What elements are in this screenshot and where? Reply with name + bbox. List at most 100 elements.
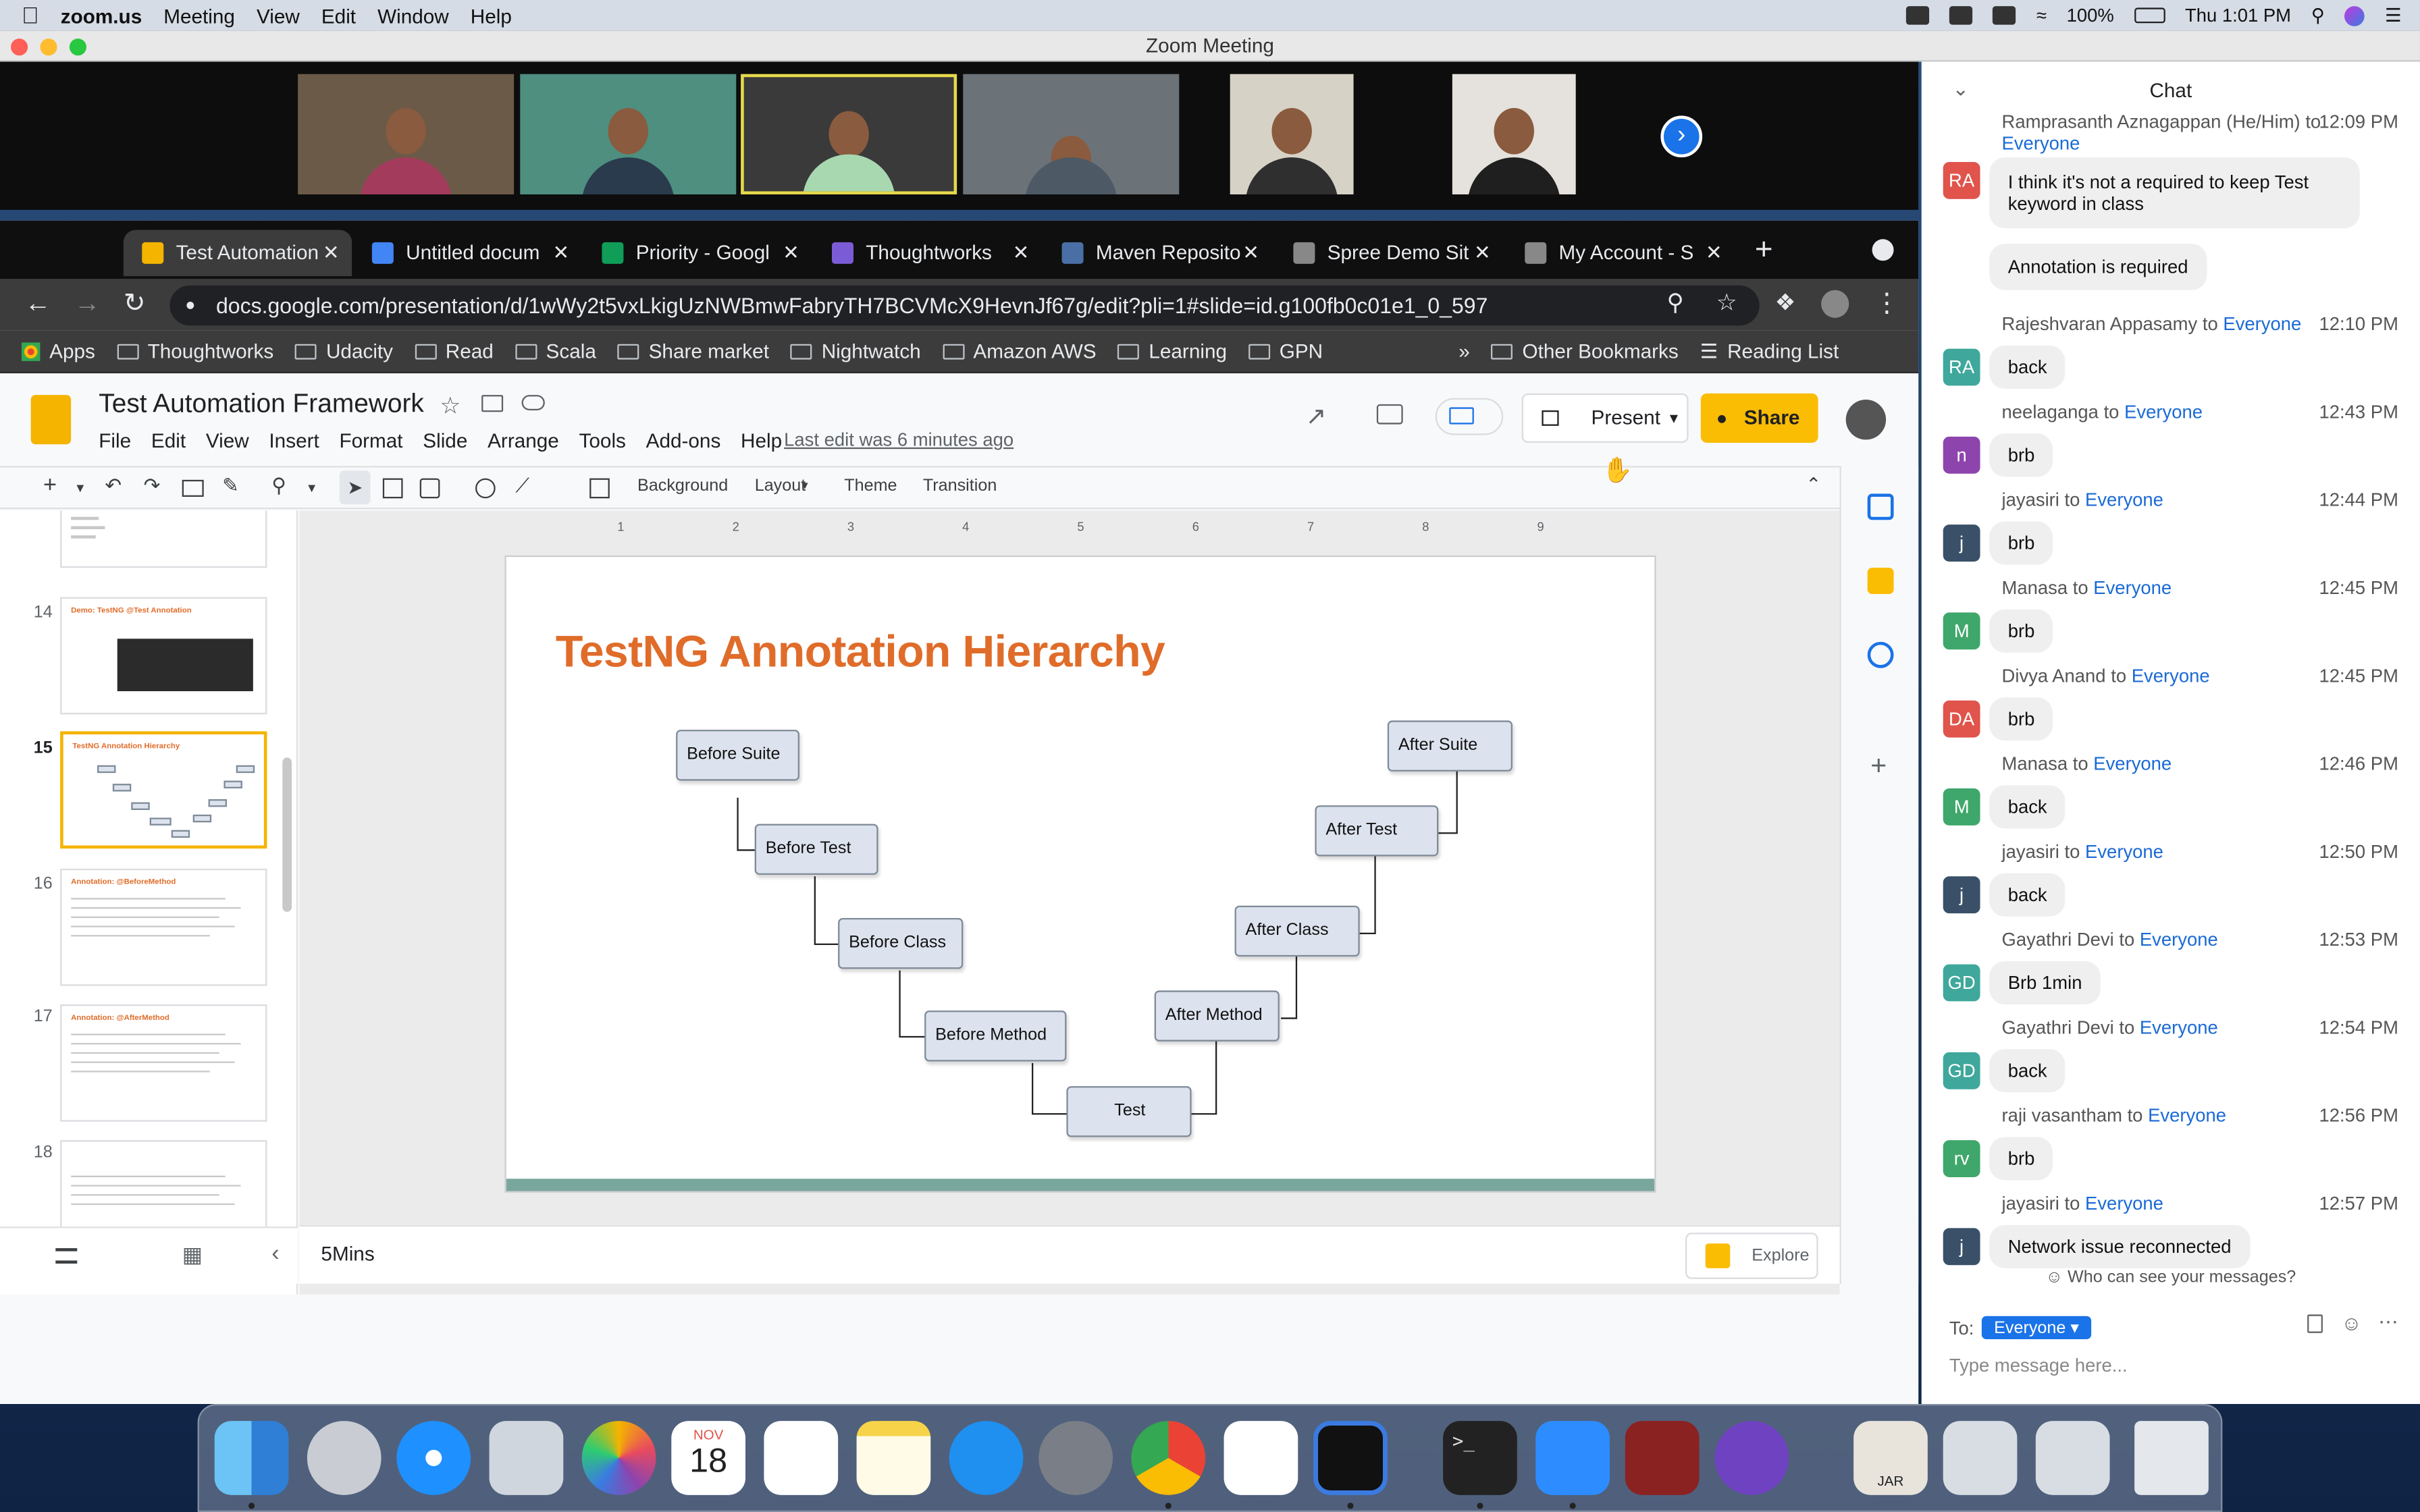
undo-icon[interactable]: ↶ [105,474,122,499]
sender-avatar[interactable]: n [1943,436,1980,474]
filmstrip-view-icon[interactable] [55,1248,78,1264]
after-test-box[interactable]: After Test [1315,805,1439,857]
comments-icon[interactable] [1376,404,1403,425]
app-menu[interactable]: zoom.us [61,4,142,27]
jar-file-icon[interactable]: JAR [1853,1421,1928,1495]
sender-avatar[interactable]: GD [1943,964,1980,1002]
message-bubble[interactable]: brb [1989,1137,2053,1181]
app-store-icon[interactable] [949,1421,1024,1495]
menu-view[interactable]: View [206,429,249,452]
bookmarks-overflow-button[interactable]: » [1458,340,1470,362]
sender-name[interactable]: Divya Anand [2002,665,2106,686]
reading-list[interactable]: ☰ Reading List [1700,339,1839,364]
bookmark-folder[interactable]: Learning [1117,340,1227,362]
sender-name[interactable]: raji vasantham [2002,1105,2122,1127]
launchpad-icon[interactable] [307,1421,382,1495]
skype-tray-icon[interactable] [1949,6,1974,25]
sender-name[interactable]: jayasiri [2002,841,2059,863]
menu-window[interactable]: Window [377,4,449,27]
browser-tab[interactable]: My Account - S ✕ [1506,230,1735,277]
bookmark-folder[interactable]: GPN [1248,340,1323,362]
after-method-box[interactable]: After Method [1154,990,1280,1042]
bookmark-folder[interactable]: Udacity [295,340,393,362]
bookmark-star-icon[interactable]: ☆ [1716,288,1737,317]
tab-search-icon[interactable] [1872,239,1894,261]
recipient-name[interactable]: Everyone [2093,753,2172,774]
chrome-icon[interactable] [1131,1421,1206,1495]
new-slide-icon[interactable]: + [43,472,57,498]
sender-avatar[interactable]: j [1943,524,1980,562]
photos-icon[interactable] [581,1421,656,1495]
image-icon[interactable] [419,478,440,499]
zoom-icon[interactable]: ⚲ [271,474,286,499]
trash-icon[interactable] [2134,1421,2209,1495]
zoom-search-icon[interactable]: ⚲ [1667,288,1684,317]
bookmark-folder[interactable]: Amazon AWS [942,340,1097,362]
safari-icon[interactable] [396,1421,471,1495]
present-dropdown-icon[interactable]: ▼ [1667,395,1681,441]
sender-name[interactable]: Gayathri Devi [2002,929,2114,950]
lock-icon[interactable]: ● [185,286,195,325]
current-slide[interactable]: TestNG Annotation Hierarchy Before Suite [504,555,1656,1193]
next-page-arrow-icon[interactable]: › [1660,115,1703,158]
recipient-name[interactable]: Everyone [2085,1193,2163,1214]
layout-dropdown-icon[interactable]: ▼ [799,481,810,492]
browser-tab[interactable]: Test Automation ✕ [123,230,352,277]
zoom-dropdown-icon[interactable]: ▼ [306,481,318,495]
collapse-panel-icon[interactable]: ‹ [271,1241,279,1267]
slide-thumbnail-14[interactable]: Demo: TestNG @Test Annotation [60,597,267,715]
extensions-icon[interactable]: ❖ [1775,288,1796,317]
wifi-icon[interactable]: ≈ [2036,5,2047,26]
activity-trend-icon[interactable]: ↗ [1306,401,1327,432]
sender-avatar[interactable]: M [1943,788,1980,826]
message-bubble[interactable]: I think it's not a required to keep Test… [1989,157,2360,229]
speaker-notes-text[interactable]: 5Mins [321,1242,374,1265]
message-bubble[interactable]: back [1989,345,2066,389]
minimize-window-button[interactable] [40,38,57,56]
control-center-icon[interactable]: ☰ [2385,5,2402,26]
message-input[interactable]: Type message here... [1949,1355,2128,1376]
sender-name[interactable]: neelaganga [2002,401,2099,423]
browser-tab[interactable]: Priority - Googl ✕ [583,230,812,277]
sender-avatar[interactable]: j [1943,876,1980,914]
bookmark-folder[interactable]: Share market [617,340,769,362]
finder-icon[interactable] [214,1421,289,1495]
sender-avatar[interactable]: RA [1943,348,1980,386]
bookmark-folder[interactable]: Read [415,340,494,362]
dictionary-icon[interactable] [1625,1421,1700,1495]
calendar-icon[interactable]: NOV 18 [671,1421,745,1495]
message-bubble[interactable]: brb [1989,521,2053,565]
apple-icon[interactable]:  [22,2,39,28]
browser-tab[interactable]: Untitled docum ✕ [353,230,581,277]
menu-view[interactable]: View [257,4,300,27]
add-addon-icon[interactable]: + [1870,750,1887,782]
url-input[interactable]: ● docs.google.com/presentation/d/1wWy2t5… [169,285,1760,326]
more-options-icon[interactable]: ⋯ [2378,1310,2398,1335]
profile-avatar[interactable] [1821,290,1849,318]
recipient-name[interactable]: Everyone [2085,841,2163,863]
sender-avatar[interactable]: GD [1943,1052,1980,1089]
participant-video[interactable] [298,74,515,194]
mail-icon[interactable] [489,1421,564,1495]
message-bubble[interactable]: Network issue reconnected [1989,1224,2250,1268]
sender-name[interactable]: Rajeshvaran Appasamy [2002,313,2198,335]
slide-thumbnail-15-selected[interactable]: TestNG Annotation Hierarchy [60,731,267,849]
after-class-box[interactable]: After Class [1234,905,1360,957]
forward-icon[interactable]: → [74,288,101,319]
calendar-addon-icon[interactable] [1867,493,1894,520]
before-method-box[interactable]: Before Method [924,1010,1067,1062]
slides-logo-icon[interactable] [30,395,72,445]
close-tab-icon[interactable]: ✕ [783,230,799,277]
recipient-name[interactable]: Everyone [2223,313,2301,335]
background-button[interactable]: Background [637,477,728,495]
siri-icon[interactable] [2344,5,2365,26]
cloud-status-icon[interactable] [521,395,545,410]
recipient-name[interactable]: Everyone [2148,1105,2226,1127]
recipient-name[interactable]: Everyone [2132,665,2210,686]
documents-stack-icon[interactable] [2035,1421,2110,1495]
after-suite-box[interactable]: After Suite [1387,720,1512,772]
participant-video[interactable] [1452,74,1576,194]
menu-tools[interactable]: Tools [579,429,626,452]
last-edit-link[interactable]: Last edit was 6 minutes ago [784,429,1014,450]
spotlight-icon[interactable]: ⚲ [2311,5,2325,26]
